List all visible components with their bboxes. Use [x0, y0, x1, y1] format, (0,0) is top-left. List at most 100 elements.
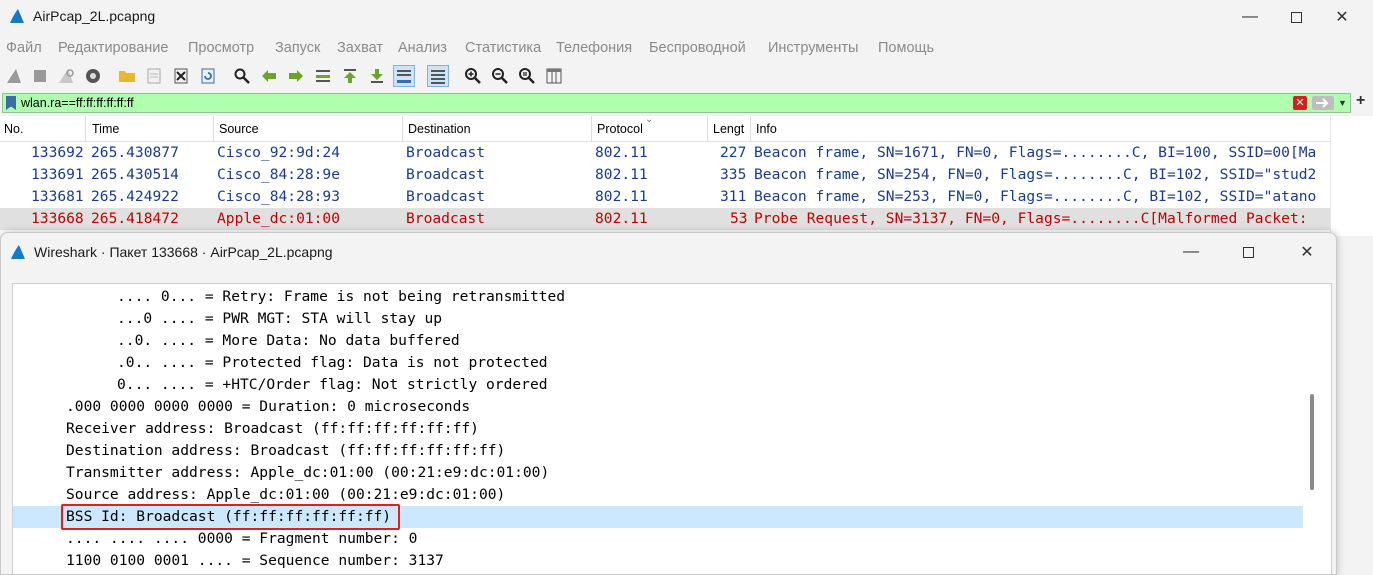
last-packet-icon[interactable] [366, 65, 388, 87]
open-file-icon[interactable] [116, 65, 138, 87]
column-header-destination[interactable]: Destination [408, 122, 471, 136]
stop-capture-icon[interactable] [29, 65, 51, 87]
menu-help[interactable]: Помощь [878, 40, 934, 56]
column-separator[interactable] [750, 116, 751, 142]
tree-item-text: 1100 0100 0001 .... = Sequence number: 3… [66, 552, 444, 569]
packet-time: 265.424922 [91, 188, 179, 205]
filter-dropdown-icon[interactable]: ▼ [1338, 98, 1347, 108]
column-header-source[interactable]: Source [219, 122, 259, 136]
tree-item[interactable]: .0.. .... = Protected flag: Data is not … [13, 352, 1303, 374]
packet-row-selected[interactable]: 133668 265.418472 Apple_dc:01:00 Broadca… [0, 208, 1330, 230]
menu-file[interactable]: Файл [6, 40, 42, 56]
packet-protocol: 802.11 [595, 144, 648, 161]
tree-item[interactable]: Source address: Apple_dc:01:00 (00:21:e9… [13, 484, 1303, 506]
tree-item[interactable]: .... 0... = Retry: Frame is not being re… [13, 286, 1303, 308]
menu-telephony[interactable]: Телефония [556, 40, 632, 56]
wireshark-logo-icon [10, 9, 24, 23]
add-filter-button[interactable]: + [1356, 92, 1365, 110]
column-separator[interactable] [707, 116, 708, 142]
packet-info: Beacon frame, SN=1671, FN=0, Flags=.....… [754, 144, 1317, 161]
restart-capture-icon[interactable] [55, 65, 77, 87]
reload-file-icon[interactable] [197, 65, 219, 87]
main-toolbar [0, 62, 1373, 90]
menu-wireless[interactable]: Беспроводной [649, 40, 746, 56]
column-header-protocol[interactable]: Protocol [597, 122, 643, 136]
menu-statistics[interactable]: Статистика [465, 40, 541, 56]
tree-item-text: .... 0... = Retry: Frame is not being re… [117, 288, 566, 305]
tree-item[interactable]: .... .... .... 0000 = Fragment number: 0 [13, 528, 1303, 550]
column-header-length[interactable]: Lengt [713, 122, 744, 136]
resize-columns-icon[interactable] [543, 65, 565, 87]
detail-maximize-button[interactable] [1225, 235, 1271, 269]
packet-list-scrollbar[interactable] [1330, 116, 1344, 236]
display-filter-input[interactable]: wlan.ra==ff:ff:ff:ff:ff:ff ✕ ▼ [2, 93, 1351, 113]
packet-destination: Broadcast [406, 188, 486, 205]
packet-source: Apple_dc:01:00 [217, 210, 341, 227]
menu-analyze[interactable]: Анализ [398, 40, 447, 56]
packet-time: 265.430877 [91, 144, 179, 161]
packet-info: Beacon frame, SN=254, FN=0, Flags=......… [754, 166, 1317, 183]
column-header-time[interactable]: Time [92, 122, 119, 136]
packet-info: Probe Request, SN=3137, FN=0, Flags=....… [754, 210, 1308, 227]
close-file-icon[interactable] [170, 65, 192, 87]
save-file-icon[interactable] [143, 65, 165, 87]
filter-text[interactable]: wlan.ra==ff:ff:ff:ff:ff:ff [21, 96, 134, 110]
zoom-out-icon[interactable] [489, 65, 511, 87]
tree-item[interactable]: Transmitter address: Apple_dc:01:00 (00:… [13, 462, 1303, 484]
clear-filter-icon[interactable]: ✕ [1293, 96, 1307, 110]
tree-item[interactable]: 1100 0100 0001 .... = Sequence number: 3… [13, 550, 1303, 572]
menu-view[interactable]: Просмотр [188, 40, 254, 56]
tree-item-text: .000 0000 0000 0000 = Duration: 0 micros… [66, 398, 471, 415]
column-separator[interactable] [213, 116, 214, 142]
menu-capture[interactable]: Захват [337, 40, 383, 56]
tree-item[interactable]: Receiver address: Broadcast (ff:ff:ff:ff… [13, 418, 1303, 440]
scrollbar-thumb[interactable] [1310, 394, 1314, 490]
normal-size-icon[interactable] [516, 65, 538, 87]
menu-edit[interactable]: Редактирование [58, 40, 168, 56]
go-forward-icon[interactable] [285, 65, 307, 87]
column-header-no[interactable]: No. [4, 122, 23, 136]
packet-row[interactable]: 133681 265.424922 Cisco_84:28:93 Broadca… [0, 186, 1330, 208]
detail-minimize-button[interactable]: — [1168, 235, 1214, 269]
packet-no: 133691 [31, 166, 84, 183]
autoscroll-icon[interactable] [393, 65, 415, 87]
go-back-icon[interactable] [258, 65, 280, 87]
column-separator[interactable] [591, 116, 592, 142]
first-packet-icon[interactable] [339, 65, 361, 87]
minimize-button[interactable]: — [1227, 0, 1273, 34]
bookmark-icon[interactable] [6, 96, 16, 110]
tree-item[interactable]: Destination address: Broadcast (ff:ff:ff… [13, 440, 1303, 462]
tree-item[interactable]: .000 0000 0000 0000 = Duration: 0 micros… [13, 396, 1303, 418]
tree-item[interactable]: 0... .... = +HTC/Order flag: Not strictl… [13, 374, 1303, 396]
zoom-in-icon[interactable] [462, 65, 484, 87]
packet-length: 53 [730, 210, 748, 227]
column-separator[interactable] [85, 116, 86, 142]
menu-tools[interactable]: Инструменты [768, 40, 858, 56]
capture-options-icon[interactable] [82, 65, 104, 87]
packet-list: No. Time Source Destination Protocol ⌄ L… [0, 114, 1373, 236]
go-to-packet-icon[interactable] [312, 65, 334, 87]
tree-item-text: 0... .... = +HTC/Order flag: Not strictl… [117, 376, 548, 393]
highlight-annotation-box [61, 504, 400, 530]
packet-row[interactable]: 133692 265.430877 Cisco_92:9d:24 Broadca… [0, 142, 1330, 164]
close-icon: ✕ [1300, 244, 1314, 261]
close-button[interactable]: ✕ [1319, 0, 1365, 34]
tree-item-text: Source address: Apple_dc:01:00 (00:21:e9… [66, 486, 506, 503]
column-header-info[interactable]: Info [756, 122, 777, 136]
maximize-button[interactable] [1273, 0, 1319, 34]
tree-item[interactable]: ...0 .... = PWR MGT: STA will stay up [13, 308, 1303, 330]
detail-close-button[interactable]: ✕ [1284, 235, 1330, 269]
start-capture-icon[interactable] [3, 65, 25, 87]
menu-go[interactable]: Запуск [275, 40, 320, 56]
packet-row[interactable]: 133691 265.430514 Cisco_84:28:9e Broadca… [0, 164, 1330, 186]
colorize-icon[interactable] [427, 65, 449, 87]
tree-item[interactable]: ..0. .... = More Data: No data buffered [13, 330, 1303, 352]
minimize-icon: — [1242, 8, 1258, 25]
packet-source: Cisco_84:28:9e [217, 166, 341, 183]
find-packet-icon[interactable] [231, 65, 253, 87]
packet-info: Beacon frame, SN=253, FN=0, Flags=......… [754, 188, 1317, 205]
apply-filter-icon[interactable] [1312, 96, 1334, 110]
column-separator[interactable] [402, 116, 403, 142]
detail-scrollbar[interactable] [1305, 284, 1319, 574]
packet-source: Cisco_84:28:93 [217, 188, 341, 205]
